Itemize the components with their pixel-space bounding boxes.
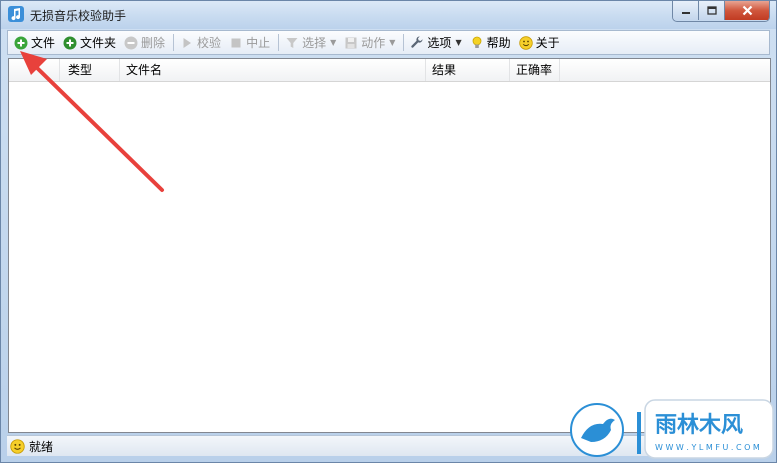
column-header-checkbox[interactable] — [9, 59, 60, 81]
maximize-icon — [706, 5, 717, 15]
toolbar-separator — [278, 34, 280, 51]
options-dropdown[interactable]: 选项 ▼ — [407, 32, 464, 53]
toolbar-separator — [173, 34, 175, 51]
play-icon — [183, 37, 192, 48]
lightbulb-icon — [472, 36, 481, 48]
column-header-type[interactable]: 类型 — [60, 59, 120, 81]
select-dropdown[interactable]: 选择 ▼ — [282, 32, 339, 53]
minimize-icon — [681, 11, 690, 14]
chevron-down-icon: ▼ — [389, 38, 396, 47]
delete-label: 删除 — [141, 36, 166, 50]
stop-button[interactable]: 中止 — [226, 32, 273, 53]
stop-icon — [231, 38, 241, 47]
add-file-button[interactable]: 文件 — [11, 32, 58, 53]
stop-label: 中止 — [246, 36, 271, 50]
action-dropdown[interactable]: 动作 ▼ — [341, 32, 398, 53]
column-header-accuracy[interactable]: 正确率 — [510, 59, 560, 81]
smiley-icon — [10, 438, 25, 454]
status-text: 就绪 — [29, 439, 54, 454]
column-header-filename-label: 文件名 — [126, 63, 163, 77]
column-header-result[interactable]: 结果 — [426, 59, 510, 81]
window-title: 无损音乐校验助手 — [30, 9, 127, 23]
delete-button[interactable]: 删除 — [121, 32, 168, 53]
close-button[interactable] — [725, 1, 769, 20]
list-header: 类型 文件名 结果 正确率 — [9, 59, 770, 82]
maximize-button[interactable] — [699, 1, 725, 20]
filter-icon — [286, 37, 298, 48]
add-folder-icon — [63, 36, 77, 49]
music-note-icon — [8, 6, 24, 22]
column-header-accuracy-label: 正确率 — [516, 63, 553, 77]
app-window: 无损音乐校验助手 文件 文件夹 删除 校验 中止 选择 ▼ 动作 ▼ 选项 ▼ … — [0, 0, 777, 463]
close-icon — [742, 5, 752, 16]
smiley-icon — [518, 35, 533, 50]
save-icon — [345, 37, 357, 48]
toolbar-separator — [403, 34, 405, 51]
file-list[interactable]: 类型 文件名 结果 正确率 — [8, 58, 771, 433]
about-button[interactable]: 关于 — [516, 32, 563, 53]
watermark-logo: 雨林木风 W W W . Y L M F U . C O M — [570, 399, 774, 459]
chevron-down-icon: ▼ — [330, 38, 337, 47]
column-header-result-label: 结果 — [432, 63, 457, 77]
watermark-text: 雨林木风 — [655, 413, 743, 438]
watermark-url: W W W . Y L M F U . C O M — [655, 443, 760, 452]
about-label: 关于 — [535, 36, 560, 50]
column-header-type-label: 类型 — [68, 63, 93, 77]
column-header-filename[interactable]: 文件名 — [120, 59, 426, 81]
minimize-button[interactable] — [673, 1, 699, 20]
help-label: 帮助 — [486, 36, 511, 50]
add-folder-button[interactable]: 文件夹 — [60, 32, 119, 53]
add-folder-label: 文件夹 — [80, 36, 117, 50]
delete-icon — [124, 36, 138, 49]
select-label: 选择 — [302, 36, 327, 50]
help-button[interactable]: 帮助 — [467, 32, 514, 53]
verify-label: 校验 — [197, 36, 222, 50]
action-label: 动作 — [361, 36, 386, 50]
toolbar: 文件 文件夹 删除 校验 中止 选择 ▼ 动作 ▼ 选项 ▼ 帮助 关于 — [7, 30, 770, 55]
wrench-icon — [411, 35, 423, 48]
add-green-icon — [14, 36, 28, 49]
window-controls — [672, 1, 770, 22]
chevron-down-icon: ▼ — [455, 38, 462, 47]
title-bar[interactable]: 无损音乐校验助手 — [1, 1, 776, 29]
options-label: 选项 — [427, 36, 452, 50]
verify-button[interactable]: 校验 — [177, 32, 224, 53]
add-file-label: 文件 — [31, 36, 56, 50]
